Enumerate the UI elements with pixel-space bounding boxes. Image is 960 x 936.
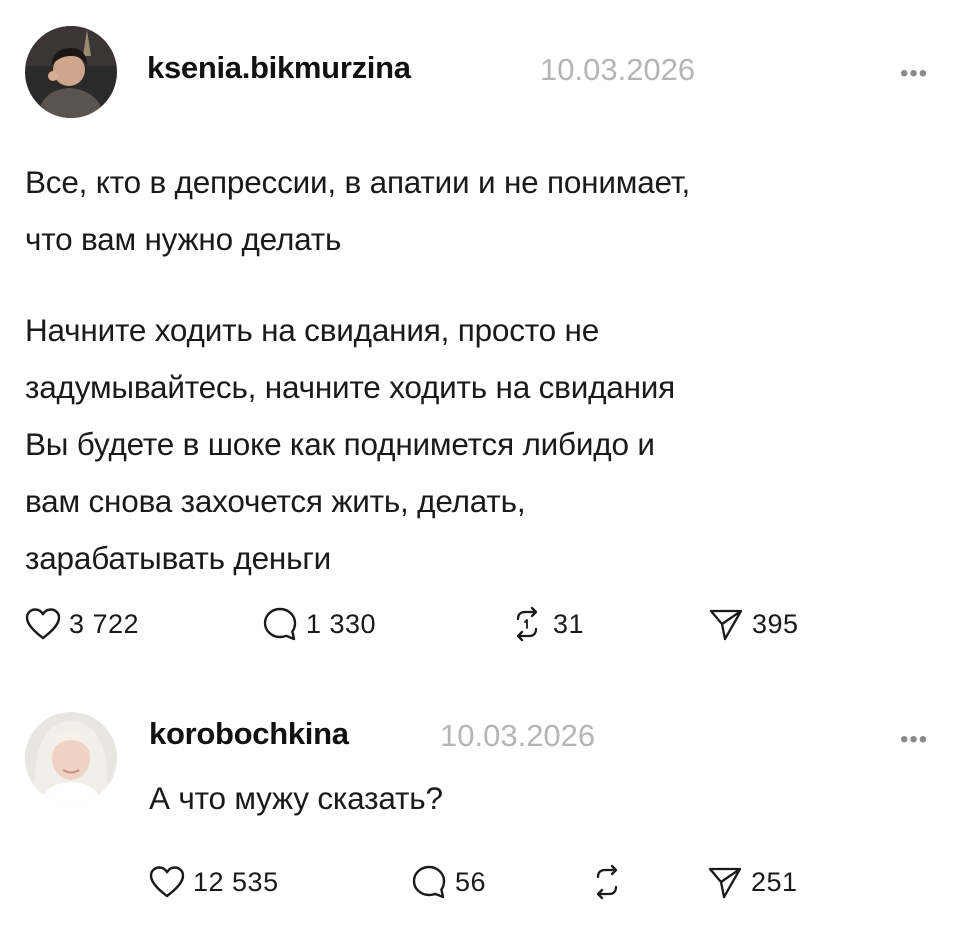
author-avatar-image: [25, 26, 117, 118]
repost-count: 31: [553, 608, 585, 639]
post-text: Все, кто в депрессии, в апатии и не пони…: [25, 154, 935, 587]
post-text-line: что вам нужно делать: [25, 221, 342, 257]
reply-author-avatar[interactable]: [25, 712, 117, 804]
post-text-line: Все, кто в депрессии, в апатии и не пони…: [25, 164, 691, 200]
heart-icon: [149, 866, 185, 898]
share-count: 395: [752, 608, 799, 639]
reply-author-avatar-image: [25, 712, 117, 804]
post-timestamp: 10.03.2026: [540, 52, 696, 87]
thread-post: ksenia.bikmurzina 10.03.2026 ••• Все, кт…: [0, 0, 960, 680]
reply-repost-button[interactable]: [589, 862, 625, 902]
repost-button[interactable]: 31: [509, 604, 584, 644]
speech-bubble-icon: [263, 607, 297, 641]
reply-text: А что мужу сказать?: [149, 780, 443, 816]
thread-reply: korobochkina 10.03.2026 ••• А что мужу с…: [0, 680, 960, 936]
repost-arrows-icon: [516, 606, 538, 642]
ellipsis-icon: •••: [900, 60, 929, 87]
post-more-button[interactable]: •••: [900, 62, 928, 86]
like-count: 3 722: [69, 608, 140, 639]
reply-comment-count: 56: [455, 866, 487, 897]
reply-more-button[interactable]: •••: [900, 728, 928, 752]
post-text-line: зарабатывать деньги: [25, 540, 332, 576]
post-text-line: задумывайтесь, начните ходить на свидани…: [25, 369, 676, 405]
post-text-line: Начните ходить на свидания, просто не: [25, 312, 600, 348]
reply-comment-button[interactable]: 56: [411, 862, 486, 902]
reply-action-bar: 12 535 56 251: [149, 862, 935, 902]
ellipsis-icon: •••: [900, 726, 929, 753]
post-text-line: Вы будете в шоке как поднимется либидо и: [25, 426, 655, 462]
author-username[interactable]: ksenia.bikmurzina: [147, 50, 411, 86]
repost-arrows-icon: [596, 864, 618, 900]
reply-author-username[interactable]: korobochkina: [149, 716, 349, 752]
reply-share-button[interactable]: 251: [707, 862, 798, 902]
paper-plane-icon: [709, 609, 743, 641]
paper-plane-icon: [708, 867, 742, 899]
reply-like-count: 12 535: [193, 866, 279, 897]
comment-button[interactable]: 1 330: [262, 604, 376, 644]
post-text-line: вам снова захочется жить, делать,: [25, 483, 526, 519]
post-action-bar: 3 722 1 330 31 395: [25, 604, 935, 644]
like-button[interactable]: 3 722: [25, 604, 139, 644]
author-avatar[interactable]: [25, 26, 117, 118]
heart-icon: [25, 608, 61, 640]
share-button[interactable]: 395: [708, 604, 799, 644]
reply-timestamp: 10.03.2026: [440, 718, 596, 753]
reply-share-count: 251: [751, 866, 798, 897]
reply-like-button[interactable]: 12 535: [149, 862, 279, 902]
speech-bubble-icon: [412, 865, 446, 899]
comment-count: 1 330: [306, 608, 377, 639]
